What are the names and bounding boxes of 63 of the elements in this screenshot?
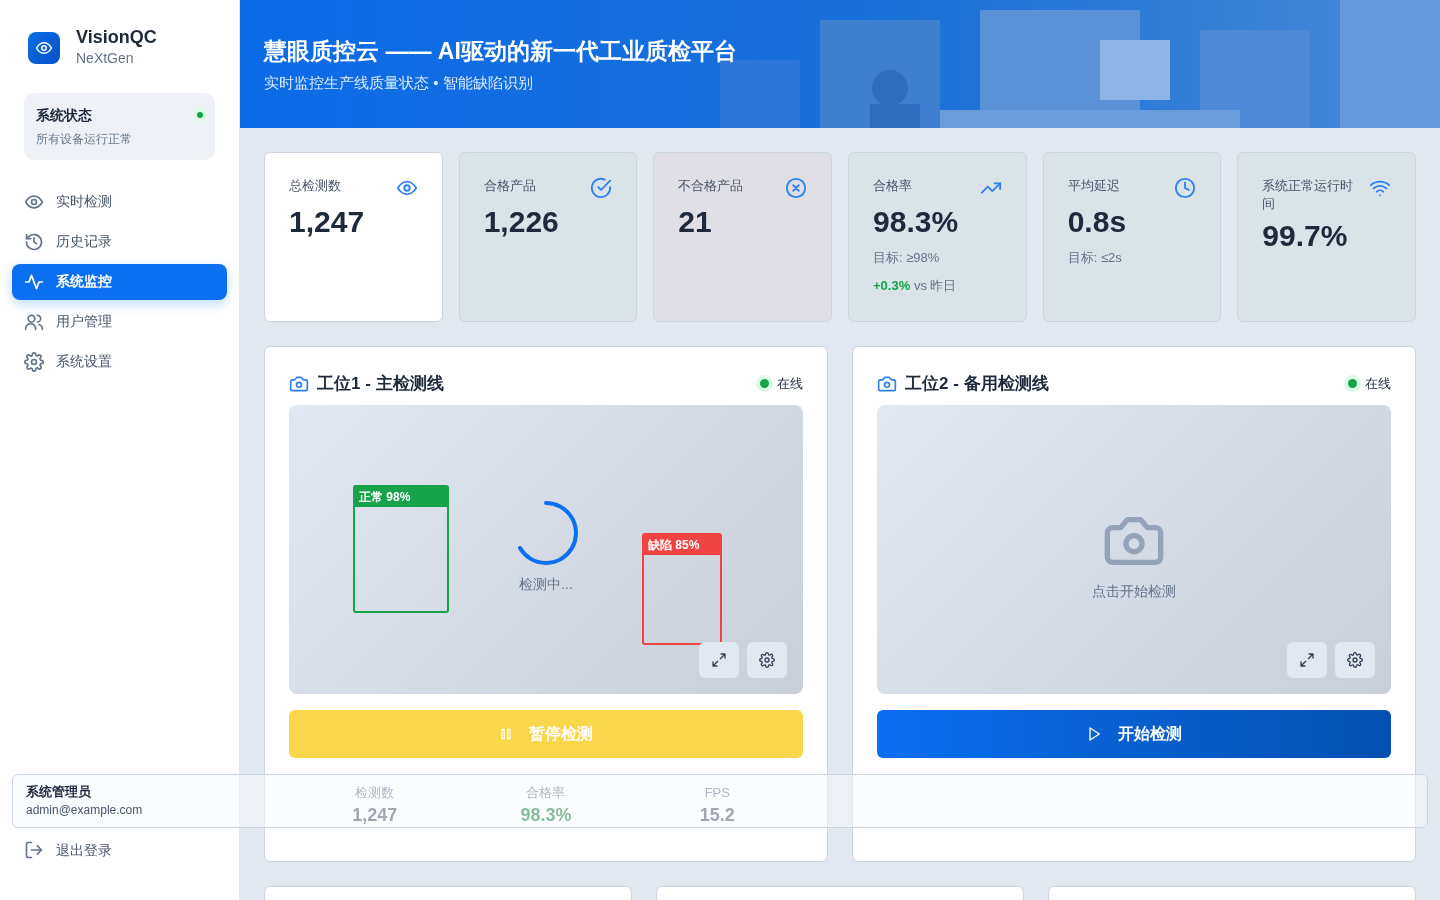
stat-value: 98.3% xyxy=(873,204,960,240)
stat-label: 检测数 xyxy=(354,783,396,802)
user-name: 系统管理员 xyxy=(26,784,91,801)
stat-label: 不合格产品 xyxy=(678,177,744,195)
stat-value: 1,247 xyxy=(351,804,399,827)
stat-value: 99.7% xyxy=(1262,218,1349,255)
settings-icon xyxy=(759,651,775,668)
check-circle-icon xyxy=(590,177,613,199)
nav-item[interactable]: 实时检测 xyxy=(12,183,227,220)
status-message: 所有设备运行正常 xyxy=(36,130,133,148)
brand-name: VisionQC xyxy=(76,28,157,48)
stat-value: 98.3% xyxy=(519,804,573,827)
banner-subtitle: 实时监控生产线质量状态 • 智能缺陷识别 xyxy=(264,73,534,93)
expand-icon xyxy=(711,651,727,668)
stat-label: 合格率 xyxy=(873,177,912,195)
status-label: 在线 xyxy=(777,375,803,393)
nav-item[interactable]: 系统监控 xyxy=(12,263,227,300)
pause-icon xyxy=(499,726,513,741)
status-label: 在线 xyxy=(1365,375,1391,393)
stat-label: 总检测数 xyxy=(289,177,341,195)
nav-item[interactable]: 历史记录 xyxy=(12,223,227,260)
stat-value: 15.2 xyxy=(698,804,736,827)
nav-item[interactable]: 系统设置 xyxy=(12,343,227,380)
fullscreen-button[interactable] xyxy=(1287,641,1327,678)
detection-label: 正常 98% xyxy=(355,486,447,507)
start-button[interactable]: 开始检测 xyxy=(877,709,1391,758)
settings-icon xyxy=(24,351,44,372)
status-title: 系统状态 xyxy=(36,105,92,125)
stat-value: 21 xyxy=(678,204,713,240)
banner-title: 慧眼质控云 —— AI驱动的新一代工业质检平台 xyxy=(264,36,738,66)
stat-value: 0.8s xyxy=(1067,204,1128,240)
brand-subtitle: NeXtGen xyxy=(76,48,135,68)
stat-label: 系统正常运行时间 xyxy=(1262,177,1355,214)
stat-label: 合格率 xyxy=(525,783,567,802)
pulse-icon xyxy=(24,271,44,292)
nav-item[interactable]: 用户管理 xyxy=(12,303,227,340)
stat-label: FPS xyxy=(703,783,731,802)
fullscreen-button[interactable] xyxy=(699,641,739,678)
expand-icon xyxy=(1299,651,1315,668)
play-icon xyxy=(1086,725,1102,742)
station-title: 工位1 - 主检测线 xyxy=(317,373,444,395)
station-title: 工位2 - 备用检测线 xyxy=(905,373,1049,395)
x-circle-icon xyxy=(785,177,807,199)
settings-icon xyxy=(1347,651,1363,668)
loading-text: 检测中... xyxy=(519,574,573,594)
clock-icon xyxy=(1174,177,1197,199)
settings-button[interactable] xyxy=(747,641,787,678)
stat-compare: vs 昨日 xyxy=(913,277,957,293)
idle-text: 点击开始检测 xyxy=(1092,581,1176,601)
stat-label: 合格产品 xyxy=(483,177,536,195)
user-email: admin@example.com xyxy=(26,801,143,819)
logout-button[interactable]: 退出登录 xyxy=(12,832,227,868)
stat-label: 平均延迟 xyxy=(1067,177,1120,195)
detection-label: 缺陷 85% xyxy=(644,534,720,555)
stat-value: 1,226 xyxy=(483,204,560,240)
settings-button[interactable] xyxy=(1335,641,1375,678)
stat-value: 1,247 xyxy=(289,204,366,240)
logo xyxy=(28,32,60,65)
stat-delta: +0.3% xyxy=(873,277,911,293)
stat-target: 目标: ≤2s xyxy=(1067,249,1123,267)
stat-target: 目标: ≥98% xyxy=(873,249,941,267)
history-icon xyxy=(24,231,44,252)
logout-icon xyxy=(24,840,44,860)
